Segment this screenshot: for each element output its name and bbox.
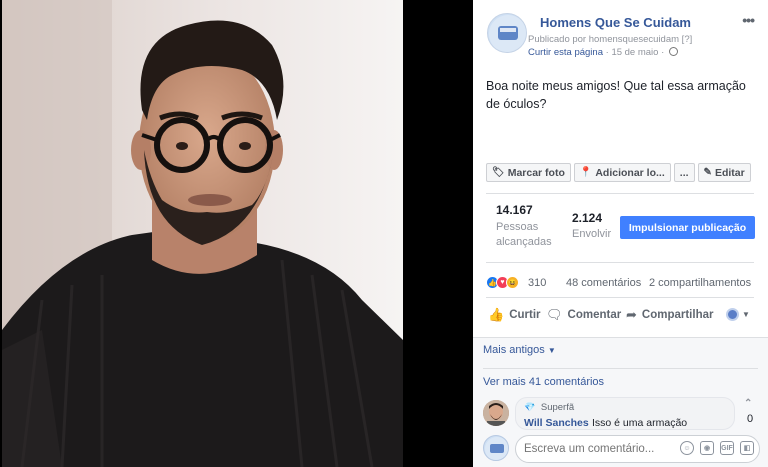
comment-composer: ☺ ◉ GIF ◧	[473, 430, 768, 467]
photo-image	[2, 0, 403, 467]
edit-button[interactable]: ✎ Editar	[697, 163, 751, 182]
more-options-icon[interactable]: •••	[742, 12, 755, 28]
page-name[interactable]: Homens Que Se Cuidam	[540, 15, 691, 30]
like-page-link[interactable]: Curtir esta página	[528, 47, 603, 58]
add-location-label: Adicionar lo...	[595, 166, 665, 179]
add-location-button[interactable]: 📍 Adicionar lo...	[573, 163, 671, 182]
divider	[486, 193, 754, 194]
top-fan-badge: 💎 Superfã	[524, 402, 574, 413]
post-insights: 14.167 Pessoas alcançadas 2.124 Envolvir…	[486, 200, 756, 255]
page-identity-icon	[726, 308, 739, 321]
tag-photo-label: Marcar foto	[507, 166, 565, 179]
like-label: Curtir	[509, 309, 541, 321]
post-meta: Curtir esta página · 15 de maio ·	[528, 47, 678, 58]
avatar-image	[483, 400, 509, 426]
camera-icon[interactable]: ◉	[700, 441, 714, 455]
haha-reaction-icon: 😆	[506, 276, 519, 289]
share-arrow-icon: ➦	[626, 307, 637, 322]
people-reached-label: Pessoas alcançadas	[496, 221, 552, 248]
page-logo-icon	[485, 437, 508, 460]
comment-count[interactable]: 48 comentários	[566, 277, 641, 289]
meta-separator: ·	[661, 47, 665, 58]
people-reached-count[interactable]: 14.167	[496, 203, 533, 217]
comment-button[interactable]: 🗨 Comentar	[546, 307, 621, 323]
composer-tools: ☺ ◉ GIF ◧	[680, 441, 754, 455]
composer-avatar	[483, 435, 509, 461]
post-actions: 👍 Curtir 🗨 Comentar ➦ Compartilhar ▼	[486, 305, 756, 327]
more-tag-options-label: ...	[679, 166, 689, 179]
share-label: Compartilhar	[641, 309, 714, 321]
meta-separator: ·	[605, 47, 609, 58]
boost-post-button[interactable]: Impulsionar publicação	[620, 216, 755, 239]
location-pin-icon: 📍	[579, 167, 593, 178]
page-avatar[interactable]	[487, 13, 527, 53]
diamond-icon: 💎	[524, 402, 536, 412]
post-text: Boa noite meus amigos! Que tal essa arma…	[486, 79, 746, 111]
share-button[interactable]: ➦ Compartilhar	[626, 307, 713, 323]
divider	[483, 368, 758, 369]
tag-icon: 🏷	[492, 167, 505, 178]
comment-sort-label: Mais antigos	[483, 344, 545, 356]
published-by: Publicado por homensquesecuidam [?]	[528, 34, 693, 45]
thumbs-up-icon: 👍	[488, 307, 505, 322]
caret-down-icon: ▼	[547, 346, 556, 355]
commenter-avatar[interactable]	[483, 400, 509, 426]
comment-options-icon[interactable]: ⌃	[744, 398, 752, 409]
view-more-comments-link[interactable]: Ver mais 41 comentários	[483, 376, 604, 388]
pencil-icon: ✎	[703, 167, 712, 178]
more-tag-options-button[interactable]: ...	[673, 163, 695, 182]
post-panel: Homens Que Se Cuidam Publicado por homen…	[473, 0, 768, 467]
divider	[486, 297, 754, 298]
top-fan-label: Superfã	[540, 402, 575, 413]
audience-selector[interactable]: ▼	[726, 308, 750, 321]
page-logo-icon	[489, 15, 526, 52]
reactions-summary: 👍 ♥ 😆 310 48 comentários 2 compartilhame…	[486, 276, 756, 292]
gif-icon[interactable]: GIF	[720, 441, 734, 455]
comment-text: Isso é uma armação	[592, 417, 688, 429]
post-photo[interactable]	[2, 0, 403, 467]
tag-photo-button[interactable]: 🏷 Marcar foto	[486, 163, 571, 182]
caret-down-icon: ▼	[742, 310, 750, 319]
like-button[interactable]: 👍 Curtir	[488, 307, 541, 323]
photo-viewer	[0, 0, 473, 467]
share-count[interactable]: 2 compartilhamentos	[649, 277, 751, 289]
sticker-icon[interactable]: ◧	[740, 441, 754, 455]
edit-label: Editar	[714, 166, 745, 179]
divider	[486, 262, 754, 263]
globe-icon	[668, 47, 678, 56]
post-date[interactable]: 15 de maio	[611, 47, 658, 58]
post-header: Homens Que Se Cuidam Publicado por homen…	[473, 0, 768, 64]
comment-label: Comentar	[567, 309, 622, 321]
comment-bubble: 💎 Superfã Will Sanches Isso é uma armaçã…	[515, 397, 735, 430]
photo-toolbar: 🏷 Marcar foto 📍 Adicionar lo... ... ✎ Ed…	[486, 163, 751, 182]
reaction-count[interactable]: 310	[528, 277, 546, 289]
comment-like-count: 0	[747, 413, 754, 425]
emoji-icon[interactable]: ☺	[680, 441, 694, 455]
engagement-count[interactable]: 2.124	[572, 211, 602, 225]
comment-sort-dropdown[interactable]: Mais antigos ▼	[483, 344, 556, 356]
reaction-icons[interactable]: 👍 ♥ 😆	[486, 276, 519, 292]
comment-author[interactable]: Will Sanches	[524, 417, 589, 429]
comment-icon: 🗨	[546, 307, 563, 322]
engagement-label: Envolvir	[572, 228, 612, 240]
